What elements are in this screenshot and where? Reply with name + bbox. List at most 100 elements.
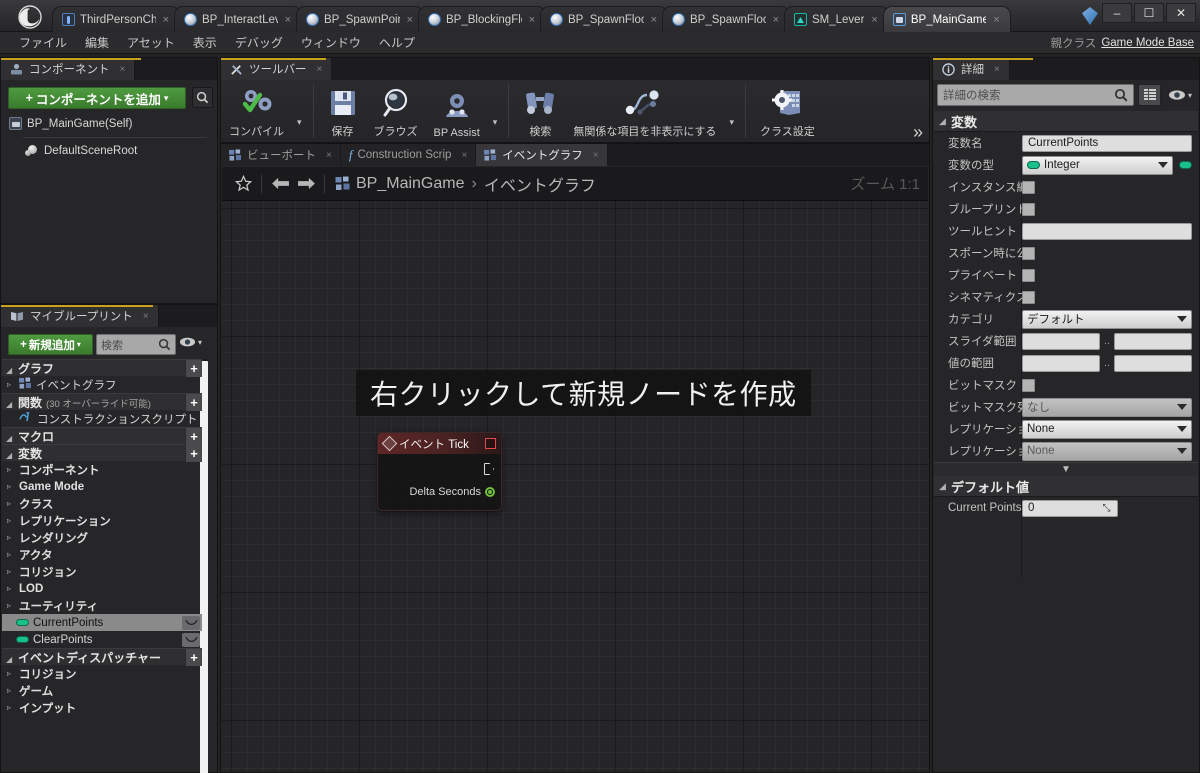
menu-item-0[interactable]: ファイル xyxy=(10,32,76,53)
exec-output-pin[interactable] xyxy=(484,463,494,475)
collapse-arrow[interactable]: ◢ xyxy=(6,366,14,375)
window-tab-close[interactable]: × xyxy=(163,14,169,26)
details-type-dropdown[interactable]: Integer xyxy=(1022,155,1173,175)
hide-unrelated-dropdown-caret[interactable]: ▾ xyxy=(724,80,739,142)
delta-seconds-output[interactable]: Delta Seconds xyxy=(409,486,495,498)
components-tree[interactable]: BP_MainGame(Self) DefaultSceneRoot xyxy=(7,114,213,160)
save-button[interactable]: 保存 xyxy=(320,80,366,142)
hide-unrelated-button[interactable]: 無関係な項目を非表示にする xyxy=(565,80,724,142)
mb-item-11[interactable]: ▹ アクタ xyxy=(2,546,202,563)
bookmark-star-icon[interactable] xyxy=(230,171,256,197)
details-dropdown[interactable]: None xyxy=(1022,419,1192,439)
mb-item-8[interactable]: ▹ クラス xyxy=(2,495,202,512)
compile-dropdown-caret[interactable]: ▾ xyxy=(292,80,307,142)
menu-item-1[interactable]: 編集 xyxy=(76,32,118,53)
expand-arrow[interactable]: ▹ xyxy=(7,533,15,542)
expand-arrow[interactable]: ▹ xyxy=(7,601,15,610)
collapse-arrow[interactable]: ◢ xyxy=(6,434,14,443)
parent-class-value[interactable]: Game Mode Base xyxy=(1101,37,1194,49)
expand-arrow[interactable]: ▹ xyxy=(7,380,15,389)
graph-tab-close[interactable]: × xyxy=(326,150,332,161)
tab-components-close[interactable]: × xyxy=(120,64,126,75)
eye-icon[interactable] xyxy=(182,632,200,647)
details-dropdown[interactable]: デフォルト xyxy=(1022,309,1192,329)
minimize-button[interactable]: – xyxy=(1102,3,1132,23)
mb-item-3[interactable]: コンストラクションスクリプト xyxy=(2,410,202,427)
details-range-max[interactable] xyxy=(1114,332,1192,350)
breadcrumb-root[interactable]: BP_MainGame xyxy=(356,175,465,193)
window-tab-close[interactable]: × xyxy=(285,14,291,26)
graph-tab-2[interactable]: イベントグラフ × xyxy=(476,144,608,166)
mb-item-9[interactable]: ▹ レプリケーション xyxy=(2,512,202,529)
tab-details-close[interactable]: × xyxy=(994,64,1000,75)
expand-arrow[interactable]: ▹ xyxy=(7,686,15,695)
breadcrumb-path[interactable]: BP_MainGame › イベントグラフ xyxy=(356,172,596,196)
graph-tab-0[interactable]: ビューポート × xyxy=(221,144,341,166)
search-button[interactable]: 検索 xyxy=(515,80,565,142)
mb-section-0[interactable]: ◢ グラフ + xyxy=(2,359,202,377)
mb-section-2[interactable]: ◢ 関数 (30 オーバーライド可能) + xyxy=(2,393,202,411)
details-visibility-button[interactable]: ▾ xyxy=(1165,84,1195,106)
details-checkbox[interactable] xyxy=(1022,246,1035,260)
window-controls[interactable]: – ☐ ✕ xyxy=(1102,3,1196,23)
details-checkbox[interactable] xyxy=(1022,268,1035,282)
details-checkbox[interactable] xyxy=(1022,290,1035,304)
spinner-icon[interactable]: ⤡ xyxy=(1101,503,1112,514)
menu-item-5[interactable]: ウィンドウ xyxy=(292,32,370,53)
mb-item-19[interactable]: ▹ ゲーム xyxy=(2,682,202,699)
my-blueprint-visibility-button[interactable]: ▾ xyxy=(179,336,202,348)
mb-section-4[interactable]: ◢ マクロ + xyxy=(2,427,202,445)
grid-view-button[interactable] xyxy=(1138,84,1161,106)
details-dropdown-disabled[interactable]: なし xyxy=(1022,397,1192,417)
tab-components[interactable]: コンポーネント × xyxy=(1,58,136,80)
component-search-button[interactable] xyxy=(192,87,213,108)
mb-section-5[interactable]: ◢ 変数 + xyxy=(2,444,202,462)
add-component-button[interactable]: + コンポーネントを追加 ▾ xyxy=(8,87,186,109)
float-output-pin[interactable] xyxy=(485,487,495,497)
event-tick-node[interactable]: イベント Tick Delta Seconds xyxy=(377,432,502,511)
expand-arrow[interactable]: ▹ xyxy=(7,669,15,678)
event-graph-canvas[interactable]: 右クリックして新規ノードを作成 ブループリント イベント Tick Delta … xyxy=(222,201,928,771)
tab-details[interactable]: 詳細 × xyxy=(933,58,1010,80)
window-tab-0[interactable]: ThirdPersonCh × xyxy=(52,6,180,32)
mb-item-12[interactable]: ▹ コリジョン xyxy=(2,563,202,580)
window-tab-7[interactable]: BP_MainGame* × xyxy=(882,6,1011,32)
tab-my-blueprint-close[interactable]: × xyxy=(143,311,149,322)
collapse-arrow[interactable]: ◢ xyxy=(939,116,947,127)
tab-toolbar[interactable]: ツールバー × xyxy=(221,58,333,80)
menu-item-2[interactable]: アセット xyxy=(118,32,184,53)
expand-arrow[interactable]: ▹ xyxy=(7,516,15,525)
mb-section-add-button[interactable]: + xyxy=(185,359,202,377)
details-checkbox[interactable] xyxy=(1022,202,1035,216)
compile-button[interactable]: コンパイル xyxy=(221,80,292,142)
graph-tab-close[interactable]: × xyxy=(593,150,599,161)
eye-icon[interactable] xyxy=(182,615,200,630)
window-tab-4[interactable]: BP_SpawnFloo × xyxy=(540,6,668,32)
expand-arrow[interactable]: ▹ xyxy=(7,465,15,474)
mb-section-add-button[interactable]: + xyxy=(185,427,202,445)
my-blueprint-search-input[interactable]: 検索 xyxy=(96,334,176,355)
collapse-arrow[interactable]: ◢ xyxy=(6,451,14,460)
event-tick-node-header[interactable]: イベント Tick xyxy=(378,433,501,454)
mb-item-13[interactable]: ▹ LOD xyxy=(2,580,202,597)
mb-section-add-button[interactable]: + xyxy=(185,648,202,666)
window-tab-close[interactable]: × xyxy=(407,14,413,26)
tab-my-blueprint[interactable]: マイブループリント × xyxy=(1,305,159,327)
maximize-button[interactable]: ☐ xyxy=(1134,3,1164,23)
close-button[interactable]: ✕ xyxy=(1166,3,1196,23)
window-tab-5[interactable]: BP_SpawnFloo × xyxy=(662,6,790,32)
menubar[interactable]: ファイル 編集 アセット 表示 デバッグ ウィンドウ ヘルプ xyxy=(0,32,1200,54)
details-dropdown-disabled[interactable]: None xyxy=(1022,441,1192,461)
collapse-arrow[interactable]: ◢ xyxy=(939,481,947,492)
window-tab-6[interactable]: SM_Lever × xyxy=(784,6,889,32)
tab-toolbar-close[interactable]: × xyxy=(317,64,323,75)
details-range-max[interactable] xyxy=(1114,354,1192,372)
expand-arrow[interactable]: ▹ xyxy=(7,482,15,491)
mb-section-add-button[interactable]: + xyxy=(185,444,202,462)
integer-pill-icon[interactable] xyxy=(1179,161,1192,169)
mb-section-17[interactable]: ◢ イベントディスパッチャー + xyxy=(2,648,202,666)
details-range-min[interactable] xyxy=(1022,354,1100,372)
details-search-input[interactable]: 詳細の検索 xyxy=(937,84,1134,106)
window-tab-close[interactable]: × xyxy=(871,14,877,26)
details-text-input[interactable]: CurrentPoints xyxy=(1022,134,1192,152)
